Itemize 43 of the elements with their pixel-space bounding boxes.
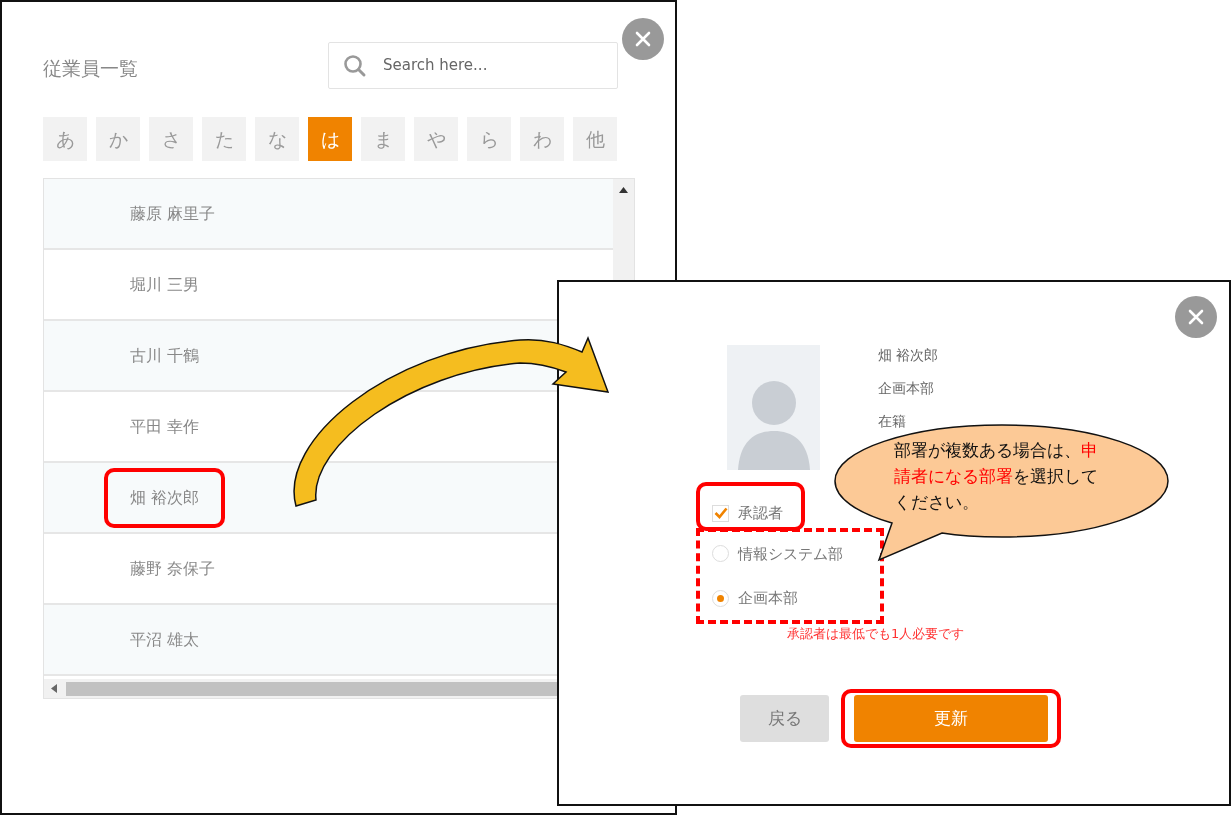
- close-icon: [1187, 308, 1205, 326]
- back-button[interactable]: 戻る: [740, 695, 829, 742]
- kana-tab[interactable]: ま: [361, 117, 405, 161]
- employee-name: 平沼 雄太: [130, 628, 200, 651]
- department-radio[interactable]: 情報システム部: [712, 542, 872, 565]
- employee-name: 平田 幸作: [130, 415, 200, 438]
- approver-label: 承認者: [738, 503, 783, 524]
- kana-tab[interactable]: か: [96, 117, 140, 161]
- kana-tab[interactable]: わ: [520, 117, 564, 161]
- department-radio[interactable]: 企画本部: [712, 587, 872, 610]
- department-label: 企画本部: [738, 588, 798, 609]
- radio-dot: [717, 594, 724, 602]
- search-field[interactable]: Search here...: [328, 42, 618, 89]
- error-message: 承認者は最低でも1人必要です: [787, 624, 966, 643]
- close-button[interactable]: [622, 18, 664, 60]
- employee-name: 藤野 奈保子: [130, 557, 216, 580]
- close-button[interactable]: [1175, 296, 1217, 338]
- employee-name: 古川 千鶴: [130, 344, 200, 367]
- employee-name: 畑 裕次郎: [130, 485, 200, 510]
- employee-name: 畑 裕次郎: [878, 346, 939, 365]
- approver-checkbox[interactable]: 承認者: [712, 502, 783, 525]
- kana-tab[interactable]: は: [308, 117, 352, 161]
- panel-title: 従業員一覧: [43, 56, 138, 81]
- kana-tab[interactable]: 他: [573, 117, 617, 161]
- scroll-up-icon[interactable]: [619, 187, 628, 193]
- kana-tab[interactable]: な: [255, 117, 299, 161]
- kana-tab[interactable]: あ: [43, 117, 87, 161]
- kana-tab[interactable]: た: [202, 117, 246, 161]
- status-text: 在籍: [878, 412, 907, 431]
- scroll-left-icon[interactable]: [51, 684, 57, 693]
- department-label: 情報システム部: [738, 543, 843, 565]
- employee-name: 藤原 麻里子: [130, 202, 216, 225]
- kana-tab[interactable]: さ: [149, 117, 193, 161]
- employee-row[interactable]: 藤原 麻里子: [44, 179, 613, 250]
- employee-name: 堀川 三男: [130, 273, 200, 296]
- close-icon: [634, 30, 652, 48]
- kana-tab[interactable]: ら: [467, 117, 511, 161]
- update-button[interactable]: 更新: [854, 695, 1048, 742]
- kana-tab[interactable]: や: [414, 117, 458, 161]
- search-icon: [343, 53, 367, 78]
- check-icon: [713, 507, 728, 520]
- callout-text: 部署が複数ある場合は、申請者になる部署を選択してください。: [894, 439, 1098, 514]
- department-text: 企画本部: [878, 379, 935, 398]
